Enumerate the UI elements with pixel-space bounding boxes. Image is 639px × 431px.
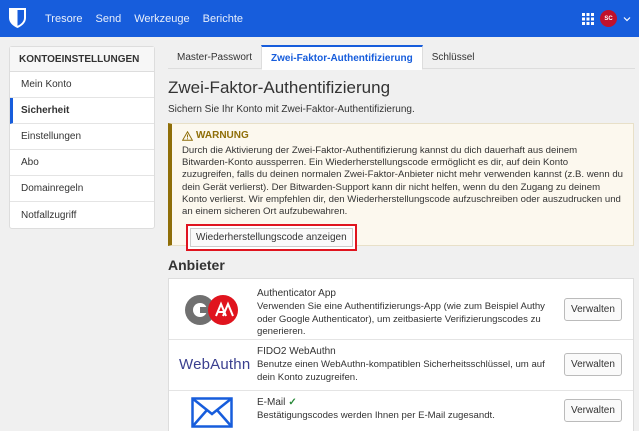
authenticator-app-icon bbox=[185, 295, 238, 325]
main-content: Master-Passwort Zwei-Faktor-Authentifizi… bbox=[168, 45, 635, 431]
tab-master-passwort[interactable]: Master-Passwort bbox=[168, 45, 261, 69]
nav-right: SC bbox=[582, 0, 631, 37]
main-nav: Tresore Send Werkzeuge Berichte bbox=[45, 0, 256, 37]
tab-schluessel[interactable]: Schlüssel bbox=[423, 45, 484, 69]
provider-description: Verwenden Sie eine Authentifizierungs-Ap… bbox=[257, 301, 545, 338]
email-icon bbox=[191, 397, 233, 428]
provider-description: Bestätigungscodes werden Ihnen per E-Mai… bbox=[257, 410, 495, 421]
manage-authenticator-button[interactable]: Verwalten bbox=[564, 298, 622, 321]
provider-name: FIDO2 WebAuthn bbox=[257, 346, 336, 357]
warning-callout: WARNUNG Durch die Aktivierung der Zwei-F… bbox=[168, 123, 634, 251]
manage-webauthn-button[interactable]: Verwalten bbox=[564, 353, 622, 376]
page-subtitle: Sichern Sie Ihr Konto mit Zwei-Faktor-Au… bbox=[168, 104, 415, 115]
enabled-check-icon: ✓ bbox=[288, 397, 297, 408]
provider-name-row: E-Mail ✓ bbox=[257, 397, 297, 408]
nav-link-berichte[interactable]: Berichte bbox=[203, 13, 243, 25]
provider-webauthn: WebAuthn FIDO2 WebAuthn Benutze einen We… bbox=[169, 340, 633, 391]
sidebar-header: KONTOEINSTELLUNGEN bbox=[10, 47, 154, 72]
show-recovery-code-button[interactable]: Wiederherstellungscode anzeigen bbox=[190, 228, 353, 247]
sidebar-item-sicherheit[interactable]: Sicherheit bbox=[10, 98, 154, 124]
page-title: Zwei-Faktor-Authentifizierung bbox=[168, 78, 391, 97]
sidebar-item-domainregeln[interactable]: Domainregeln bbox=[10, 176, 154, 202]
sidebar-item-mein-konto[interactable]: Mein Konto bbox=[10, 72, 154, 98]
provider-name: E-Mail bbox=[257, 397, 286, 408]
provider-authenticator-app: Authenticator App Verwenden Sie eine Aut… bbox=[169, 279, 633, 340]
manage-email-button[interactable]: Verwalten bbox=[564, 399, 622, 422]
providers-title: Anbieter bbox=[168, 257, 225, 273]
provider-description: Benutze einen WebAuthn-kompatiblen Siche… bbox=[257, 359, 545, 383]
top-navbar: Tresore Send Werkzeuge Berichte SC bbox=[0, 0, 639, 37]
provider-name: Authenticator App bbox=[257, 288, 336, 299]
warning-title-text: WARNUNG bbox=[196, 130, 249, 141]
sidebar-item-einstellungen[interactable]: Einstellungen bbox=[10, 124, 154, 150]
settings-sidebar: KONTOEINSTELLUNGEN Mein Konto Sicherheit… bbox=[9, 46, 155, 229]
nav-link-send[interactable]: Send bbox=[96, 13, 122, 25]
sidebar-item-abo[interactable]: Abo bbox=[10, 150, 154, 176]
product-switcher-grid-icon[interactable] bbox=[582, 12, 594, 25]
chevron-down-icon[interactable] bbox=[623, 15, 631, 23]
nav-link-werkzeuge[interactable]: Werkzeuge bbox=[134, 13, 189, 25]
sidebar-item-notfallzugriff[interactable]: Notfallzugriff bbox=[10, 202, 154, 228]
tab-zwei-faktor[interactable]: Zwei-Faktor-Authentifizierung bbox=[261, 45, 423, 70]
warning-title: WARNUNG bbox=[182, 130, 623, 141]
providers-list: Authenticator App Verwenden Sie eine Aut… bbox=[168, 278, 634, 431]
security-tabs: Master-Passwort Zwei-Faktor-Authentifizi… bbox=[168, 45, 635, 70]
recovery-code-button-highlight: Wiederherstellungscode anzeigen bbox=[186, 224, 357, 251]
warning-text: Durch die Aktivierung der Zwei-Faktor-Au… bbox=[182, 145, 624, 218]
webauthn-logo: WebAuthn bbox=[179, 356, 251, 373]
user-avatar[interactable]: SC bbox=[600, 10, 617, 27]
bitwarden-logo-icon[interactable] bbox=[8, 7, 27, 29]
provider-email: E-Mail ✓ Bestätigungscodes werden Ihnen p… bbox=[169, 391, 633, 431]
warning-triangle-icon bbox=[182, 130, 193, 141]
nav-link-tresore[interactable]: Tresore bbox=[45, 13, 83, 25]
